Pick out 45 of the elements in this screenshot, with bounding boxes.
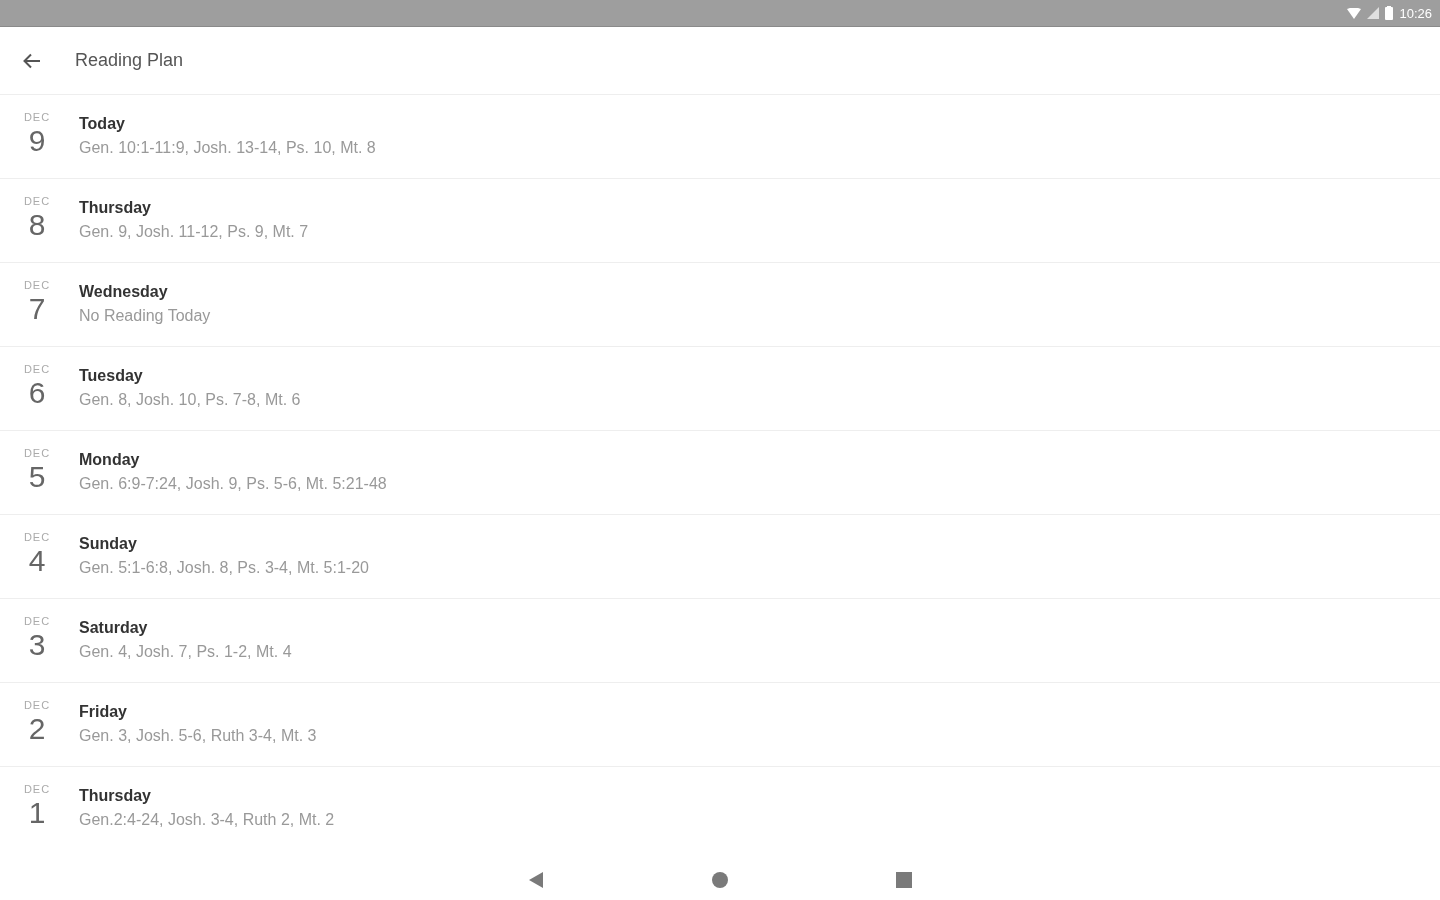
square-icon: [896, 871, 912, 888]
reading-passages: Gen.2:4-24, Josh. 3-4, Ruth 2, Mt. 2: [79, 810, 335, 830]
wifi-icon: [1347, 7, 1362, 19]
signal-icon: [1367, 7, 1380, 19]
reading-passages: Gen. 5:1-6:8, Josh. 8, Ps. 3-4, Mt. 5:1-20: [79, 558, 369, 578]
app-title: Reading Plan: [75, 49, 184, 72]
reading-title: Monday: [79, 450, 141, 470]
reading-passages: Gen. 6:9-7:24, Josh. 9, Ps. 5-6, Mt. 5:21-48: [79, 474, 387, 494]
date-day: 7: [28, 293, 46, 325]
reading-title: Thursday: [79, 198, 152, 218]
date-day: 2: [28, 713, 46, 745]
reading-title: Sunday: [79, 534, 138, 554]
reading-title: Today: [79, 114, 126, 134]
date-day: 5: [28, 461, 46, 493]
date-month: DEC: [23, 699, 51, 711]
date-month: DEC: [23, 615, 51, 627]
date-month: DEC: [23, 195, 51, 207]
date-month: DEC: [23, 363, 51, 375]
reading-passages: No Reading Today: [79, 306, 211, 326]
date-month: DEC: [23, 111, 51, 123]
date-day: 8: [28, 209, 46, 241]
back-arrow-icon: [23, 52, 41, 69]
battery-icon: [1385, 6, 1394, 20]
date-day: 6: [28, 377, 46, 409]
reading-passages: Gen. 8, Josh. 10, Ps. 7-8, Mt. 6: [79, 390, 301, 410]
reading-passages: Gen. 4, Josh. 7, Ps. 1-2, Mt. 4: [79, 642, 292, 662]
date-month: DEC: [23, 783, 51, 795]
date-month: DEC: [23, 279, 51, 291]
date-day: 9: [28, 125, 46, 157]
status-time: 10:26: [1399, 6, 1432, 20]
date-month: DEC: [23, 447, 51, 459]
reading-passages: Gen. 10:1-11:9, Josh. 13-14, Ps. 10, Mt. 8: [79, 138, 376, 158]
date-month: DEC: [23, 531, 51, 543]
reading-title: Saturday: [79, 618, 149, 638]
reading-passages: Gen. 9, Josh. 11-12, Ps. 9, Mt. 7: [79, 222, 309, 242]
reading-title: Tuesday: [79, 366, 144, 386]
reading-title: Friday: [79, 702, 128, 722]
date-day: 4: [28, 545, 46, 577]
date-day: 3: [28, 629, 46, 661]
date-day: 1: [28, 797, 46, 829]
circle-icon: [712, 871, 728, 888]
reading-passages: Gen. 3, Josh. 5-6, Ruth 3-4, Mt. 3: [79, 726, 317, 746]
triangle-icon: [529, 871, 543, 888]
reading-title: Wednesday: [79, 282, 169, 302]
reading-title: Thursday: [79, 786, 152, 806]
